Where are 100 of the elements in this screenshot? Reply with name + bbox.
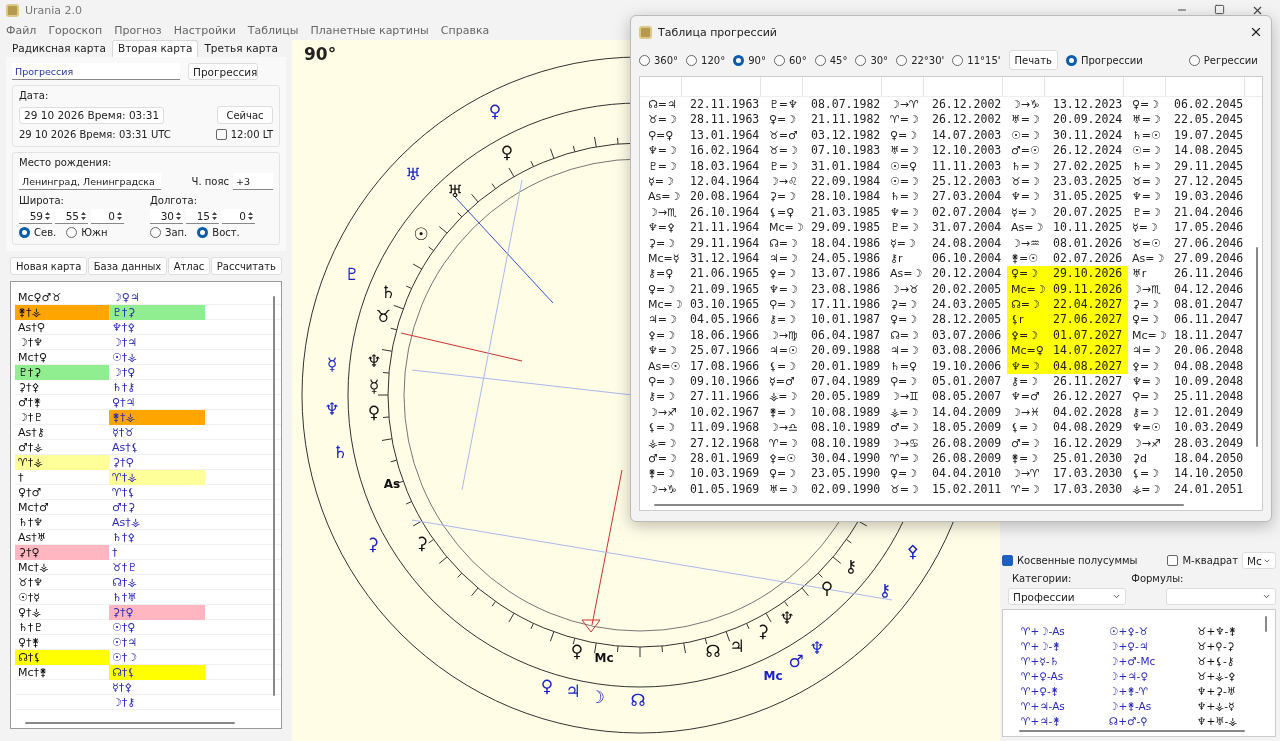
spin-arrows-icon xyxy=(212,211,217,221)
place-field[interactable]: Ленинград, Ленинградска xyxy=(19,173,161,190)
scrollbar[interactable] xyxy=(654,504,1184,506)
radio-button[interactable] xyxy=(686,54,698,66)
spin-field[interactable]: 0 xyxy=(222,209,255,224)
table-cell-text: ♈+♀-⚵ xyxy=(1021,684,1060,699)
spin-field[interactable]: 55 xyxy=(55,209,88,224)
table-cell-text: 17.11.1986 xyxy=(810,297,882,313)
table-cell-text: 14.08.2045 xyxy=(1173,143,1245,159)
radio-label: 22°30' xyxy=(911,54,945,66)
categories-select[interactable]: Профессии xyxy=(1008,588,1126,605)
radio-button[interactable] xyxy=(197,227,209,238)
table-cell-text: ♅=☽ xyxy=(768,481,799,498)
action-button[interactable]: Атлас xyxy=(167,257,211,275)
point-select[interactable]: Mc xyxy=(1242,552,1276,569)
scrollbar[interactable] xyxy=(1019,730,1245,732)
table-cell-text: ♄†⚷ xyxy=(111,380,137,395)
field-label: Место рождения: xyxy=(19,157,113,168)
table-cell-text: 24.01.2051 xyxy=(1173,481,1245,498)
close-icon[interactable] xyxy=(1249,25,1263,39)
table-cell-text: ♂†⚳ xyxy=(111,500,137,515)
scrollbar[interactable] xyxy=(273,296,275,696)
table-cell: ⚵†⚶ xyxy=(15,305,109,320)
table-cell-text: ☿=☽ xyxy=(1131,220,1159,236)
maximize-icon[interactable] xyxy=(1214,3,1225,15)
radio-button[interactable] xyxy=(896,54,908,66)
menu-item[interactable]: Планетные картины xyxy=(310,23,429,37)
table-cell-text: ☽+♃-♀ xyxy=(1109,669,1150,684)
timezone-field[interactable]: +3 xyxy=(233,173,273,190)
menu-item[interactable]: Настройки xyxy=(173,23,236,37)
menu-item[interactable]: Гороскоп xyxy=(48,23,103,37)
table-cell-text: ♆+⚶-☿ xyxy=(1197,699,1236,714)
spin-field[interactable]: 15 xyxy=(186,209,219,224)
table-cell-text: 07.04.1989 xyxy=(810,374,882,390)
spin-field[interactable]: 59 xyxy=(19,209,52,224)
checkbox[interactable] xyxy=(1002,555,1013,566)
scrollbar[interactable] xyxy=(1265,616,1267,632)
table-cell-text: ♀=☽ xyxy=(768,466,798,482)
radio-label: 90° xyxy=(748,54,766,66)
radio-button[interactable] xyxy=(733,54,745,66)
table-cell-text: Mc=☿ xyxy=(647,250,681,267)
radio-button[interactable] xyxy=(639,54,650,66)
print-button[interactable]: Печать xyxy=(1008,50,1058,70)
checkbox[interactable] xyxy=(1167,555,1179,566)
checkbox[interactable] xyxy=(215,129,227,140)
table-cell-text: 20.08.1964 xyxy=(689,189,761,205)
radio-button[interactable] xyxy=(814,54,826,66)
table-cell-text: ♈=☽ xyxy=(768,435,799,451)
spin-field[interactable]: 30 xyxy=(150,209,183,224)
table-cell-text: ♄†♇ xyxy=(17,620,45,635)
planet-glyph: ♉ xyxy=(375,306,391,326)
tab[interactable]: Радиксная карта xyxy=(6,40,112,57)
menu-item[interactable]: Справка xyxy=(440,23,490,37)
radio-button[interactable] xyxy=(773,54,785,66)
table-cell-text: 17.08.1966 xyxy=(689,358,761,375)
scrollbar[interactable] xyxy=(25,722,235,724)
checkbox-label: 12:00 LT xyxy=(230,129,273,140)
table-cell-text: 04.12.2046 xyxy=(1173,281,1245,298)
now-button[interactable]: Сейчас xyxy=(217,106,273,124)
table-cell-text: 08.10.1989 xyxy=(810,420,882,436)
planet-glyph: ♀ xyxy=(488,101,502,121)
spin-field[interactable]: 0 xyxy=(91,209,124,224)
table-cell-text: Mc=☽ xyxy=(1131,327,1168,344)
action-button[interactable]: Рассчитать xyxy=(210,257,282,275)
table-cell: 14.07.2027 xyxy=(1049,343,1128,359)
table-cell-text: ♅=☽ xyxy=(889,143,920,159)
radio-button[interactable] xyxy=(19,227,30,238)
menu-item[interactable]: Файл xyxy=(6,23,37,37)
table-cell-text: 08.01.2026 xyxy=(1052,235,1124,251)
tab[interactable]: Вторая карта xyxy=(111,40,199,57)
radio-button[interactable] xyxy=(1188,54,1200,66)
chart-name-field[interactable]: Прогрессия xyxy=(12,63,180,80)
planet-glyph: As xyxy=(383,477,401,491)
action-button[interactable]: Новая карта xyxy=(10,257,88,275)
field-label: Ч. пояс xyxy=(191,176,229,187)
radio-button[interactable] xyxy=(952,54,964,66)
radio-button[interactable] xyxy=(855,54,867,66)
table-cell-text: ☿=☽ xyxy=(647,173,675,190)
table-cell-text: 21.11.1964 xyxy=(689,220,761,236)
menu-item[interactable]: Прогноз xyxy=(114,23,162,37)
radio-button[interactable] xyxy=(1065,54,1077,66)
table-cell: ⚳†♀ xyxy=(15,545,109,560)
table-cell-text: 10.01.1987 xyxy=(810,312,882,328)
planet-glyph: ♀ xyxy=(540,676,554,696)
table-cell-text: ☽→♋ xyxy=(889,435,920,451)
date-field[interactable]: 29 10 2026 Время: 03:31 xyxy=(19,106,164,124)
menu-item[interactable]: Таблицы xyxy=(247,23,299,37)
radio-button[interactable] xyxy=(66,227,78,238)
scrollbar[interactable] xyxy=(1256,247,1258,447)
table-cell-text: 12.04.1964 xyxy=(689,173,761,190)
planet-glyph: ♆ xyxy=(779,608,795,628)
chevron-down-icon xyxy=(1112,592,1121,601)
table-cell-text: ♄†♅ xyxy=(111,590,139,605)
chart-type-select[interactable]: Прогрессия xyxy=(188,63,258,80)
radio-button[interactable] xyxy=(150,227,161,238)
tab[interactable]: Третья карта xyxy=(198,40,284,57)
table-cell-text: 13.01.1964 xyxy=(689,127,761,144)
action-button[interactable]: База данных xyxy=(87,257,168,275)
table-cell-text: 03.08.2006 xyxy=(931,343,1003,359)
table-cell-text: ☽→♑ xyxy=(647,481,678,498)
